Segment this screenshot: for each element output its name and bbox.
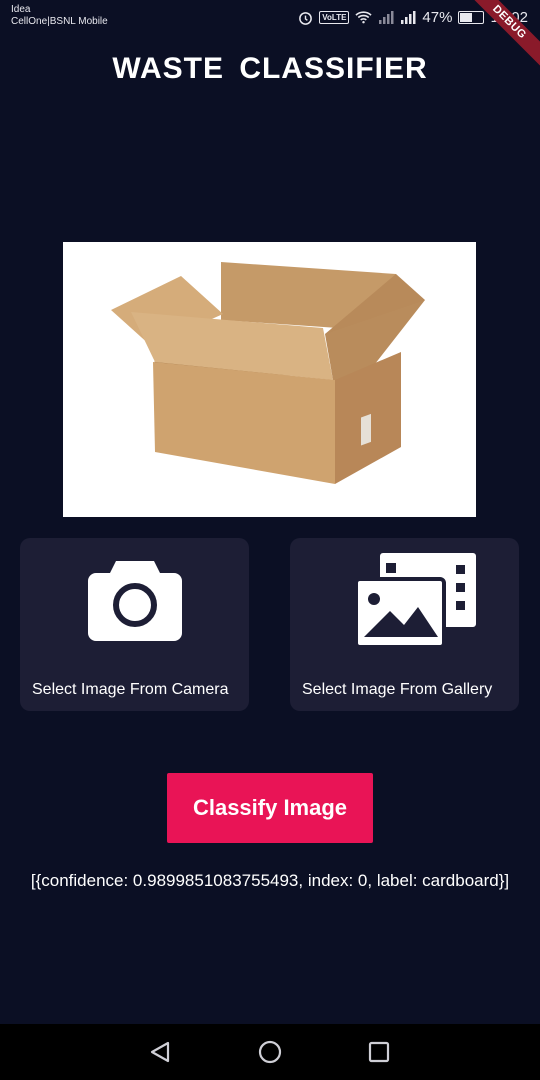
select-gallery-button[interactable]: Select Image From Gallery bbox=[290, 538, 519, 711]
cardboard-box-image bbox=[111, 262, 425, 484]
page-title: WASTE CLASSIFIER bbox=[112, 52, 428, 85]
home-circle-icon bbox=[258, 1040, 282, 1064]
signal-icon-2 bbox=[401, 11, 416, 24]
system-nav-bar bbox=[0, 1024, 540, 1080]
nav-home-button[interactable] bbox=[254, 1036, 286, 1068]
classify-image-button[interactable]: Classify Image bbox=[167, 773, 373, 843]
carrier-info: Idea CellOne|BSNL Mobile bbox=[11, 4, 108, 28]
wifi-icon bbox=[355, 11, 373, 24]
signal-icon-1 bbox=[379, 11, 394, 24]
status-bar: Idea CellOne|BSNL Mobile VoLTE 47% 18:02… bbox=[0, 0, 540, 75]
volte-badge: VoLTE bbox=[319, 10, 350, 24]
recents-square-icon bbox=[368, 1041, 390, 1063]
selected-image bbox=[63, 242, 476, 517]
carrier-primary: Idea bbox=[11, 4, 31, 15]
alarm-icon bbox=[299, 11, 313, 25]
gallery-icon bbox=[356, 553, 476, 649]
battery-percent: 47% bbox=[422, 8, 453, 26]
nav-recents-button[interactable] bbox=[363, 1036, 395, 1068]
battery-icon bbox=[458, 10, 485, 24]
gallery-option-label: Select Image From Gallery bbox=[302, 681, 493, 698]
camera-option-label: Select Image From Camera bbox=[32, 681, 229, 698]
camera-icon bbox=[88, 561, 182, 641]
back-triangle-icon bbox=[150, 1041, 170, 1063]
nav-back-button[interactable] bbox=[144, 1036, 176, 1068]
select-camera-button[interactable]: Select Image From Camera bbox=[20, 538, 249, 711]
carrier-secondary: CellOne|BSNL Mobile bbox=[11, 16, 108, 27]
classification-result: [{confidence: 0.9899851083755493, index:… bbox=[30, 871, 510, 890]
